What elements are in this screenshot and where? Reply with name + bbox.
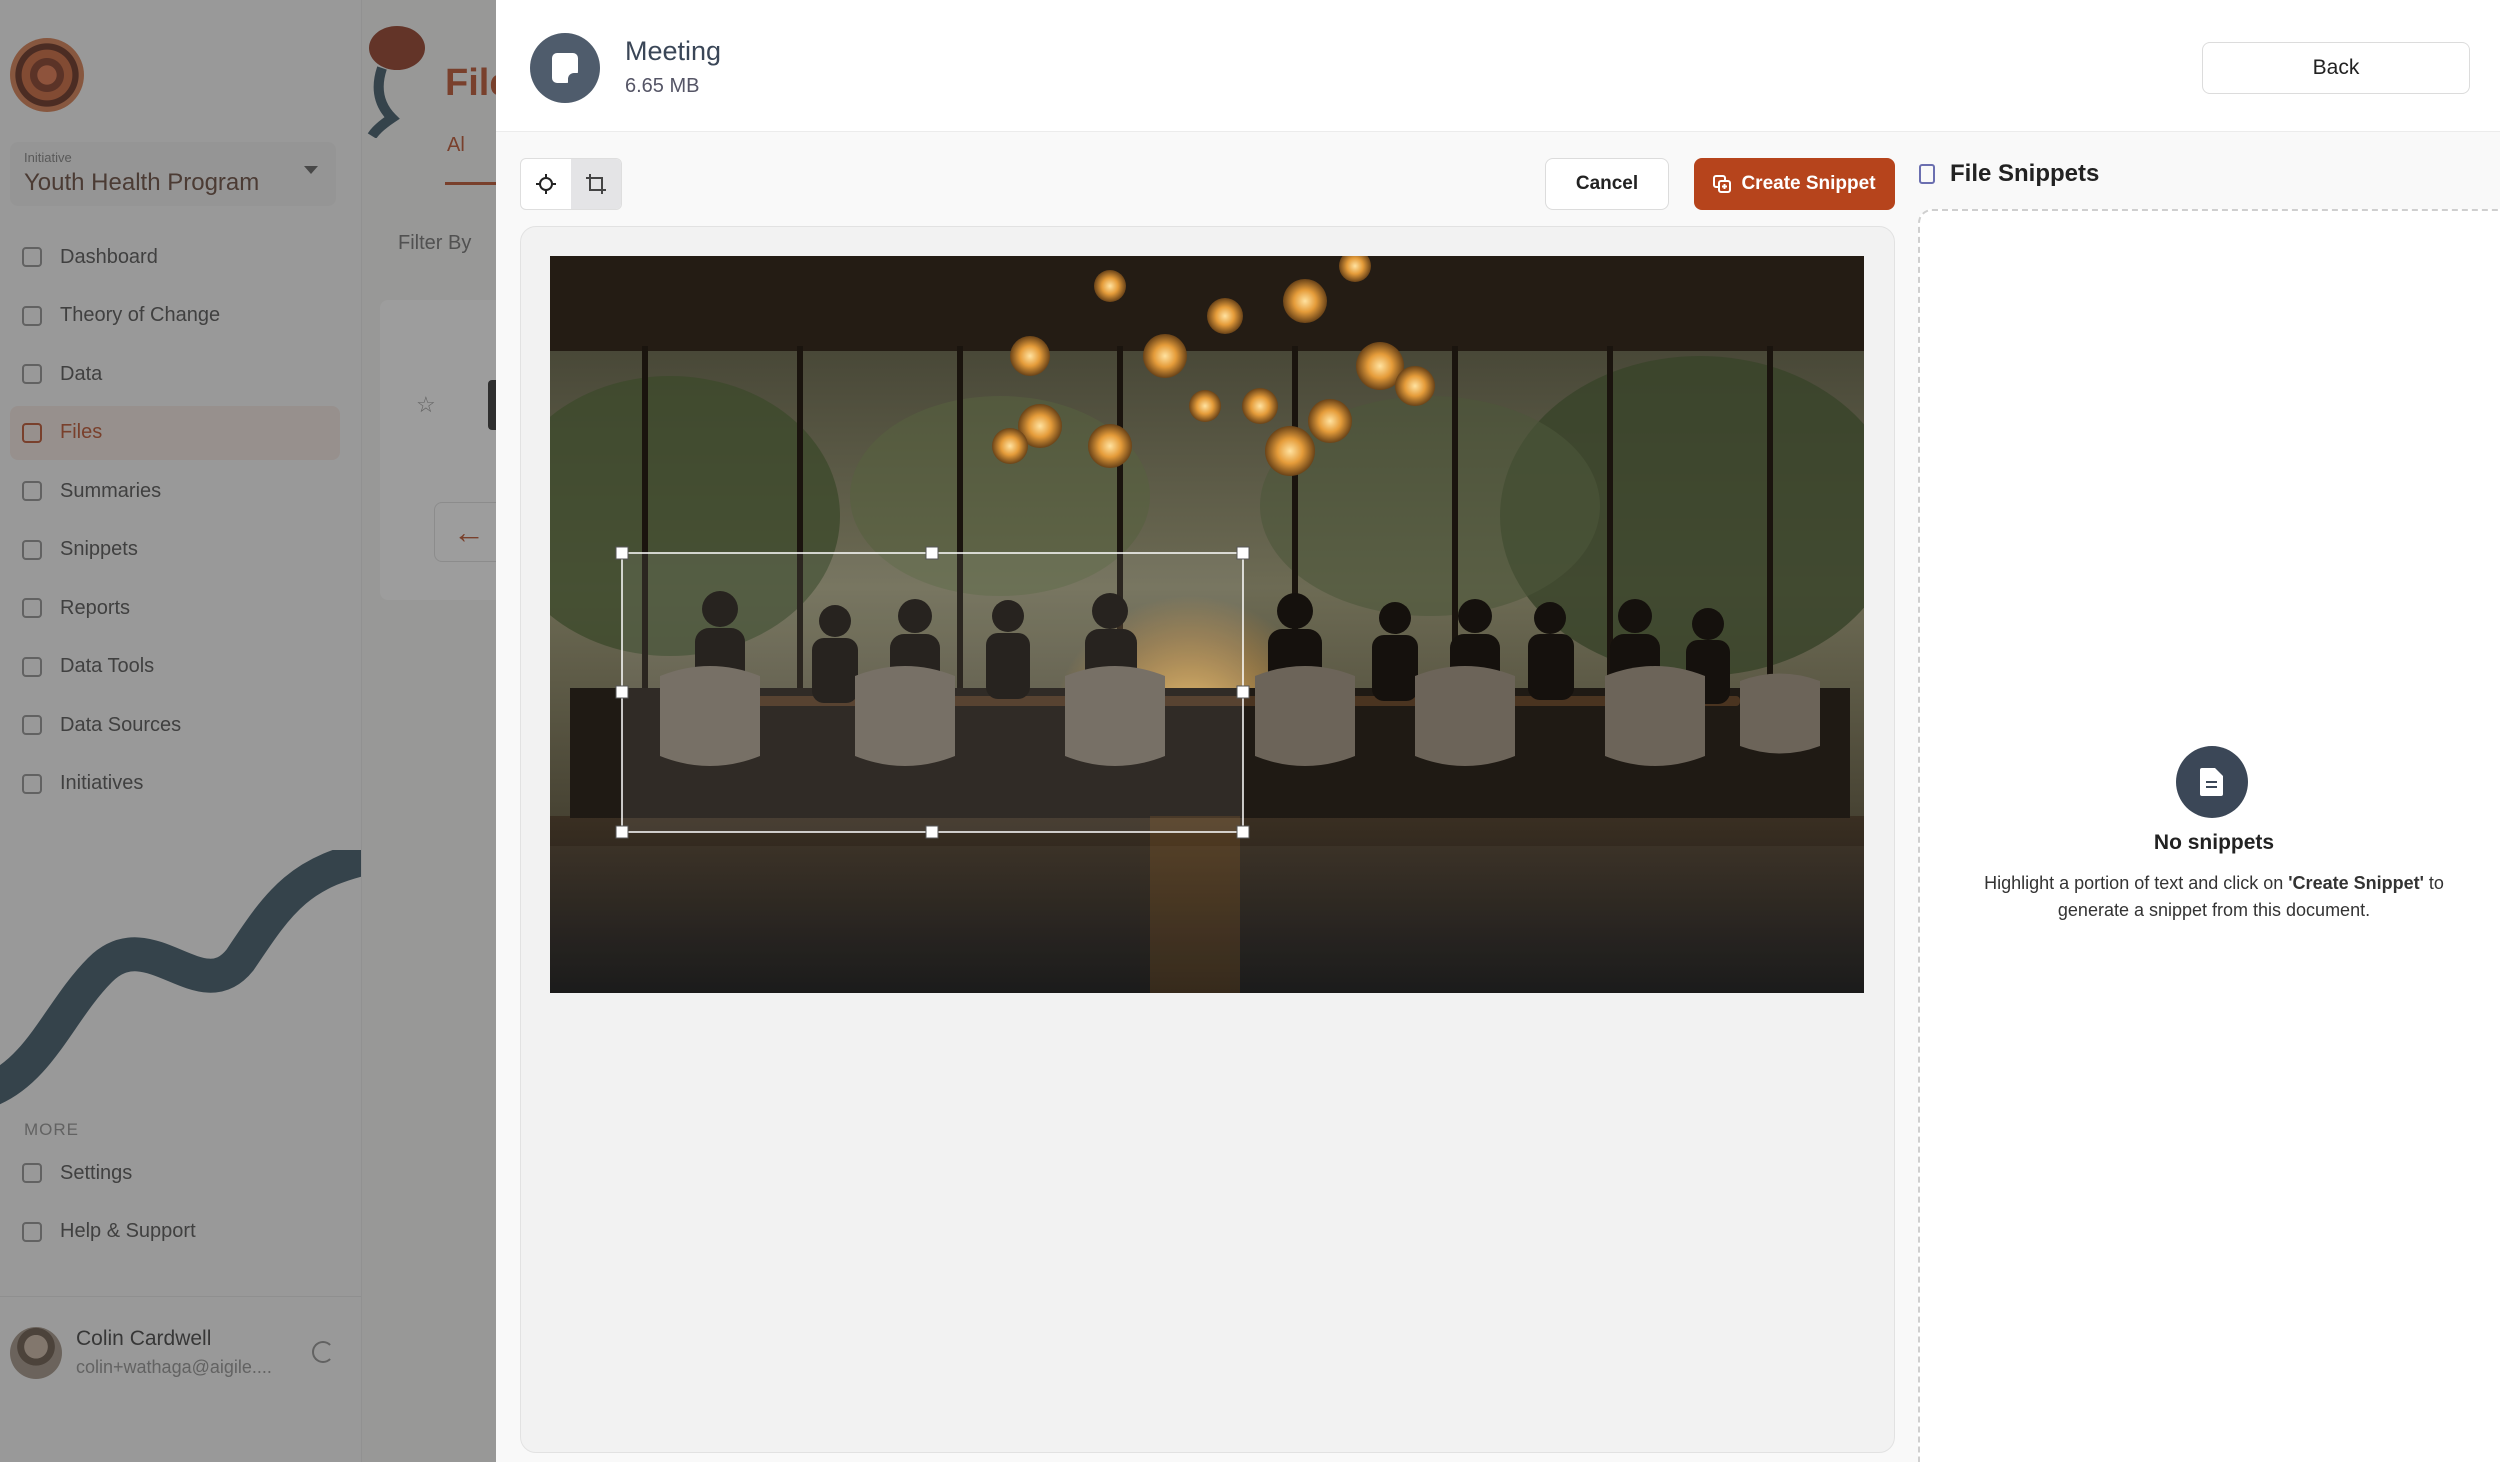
copy-icon: [1713, 175, 1732, 193]
file-size: 6.65 MB: [625, 75, 700, 97]
create-snippet-label: Create Snippet: [1741, 173, 1876, 194]
crosshair-icon: [536, 174, 556, 194]
file-name: Meeting: [625, 36, 722, 66]
file-snippet-drawer: Meeting 6.65 MB Back Cancel Create Snipp…: [496, 0, 2500, 1462]
empty-document-icon: [2176, 746, 2248, 818]
crosshair-tool-button[interactable]: [521, 159, 571, 209]
back-button[interactable]: Back: [2202, 42, 2470, 94]
document-viewer: [520, 226, 1895, 1453]
drawer-header: Meeting 6.65 MB Back: [496, 0, 2500, 132]
create-snippet-button[interactable]: Create Snippet: [1694, 158, 1895, 210]
snippets-panel: No snippets Highlight a portion of text …: [1918, 209, 2500, 1462]
empty-state-description: Highlight a portion of text and click on…: [1984, 873, 2444, 920]
crop-icon: [586, 174, 606, 194]
file-icon: [530, 33, 600, 103]
empty-state-title: No snippets: [2153, 831, 2275, 854]
meeting-image[interactable]: [550, 256, 1864, 993]
document-icon: [1919, 164, 1935, 184]
file-snippets-title: File Snippets: [1950, 160, 2100, 187]
selection-tool-group: [520, 158, 622, 210]
cancel-button[interactable]: Cancel: [1545, 158, 1669, 210]
file-snippets-heading: File Snippets: [1919, 158, 2099, 190]
crop-tool-button[interactable]: [571, 159, 621, 209]
